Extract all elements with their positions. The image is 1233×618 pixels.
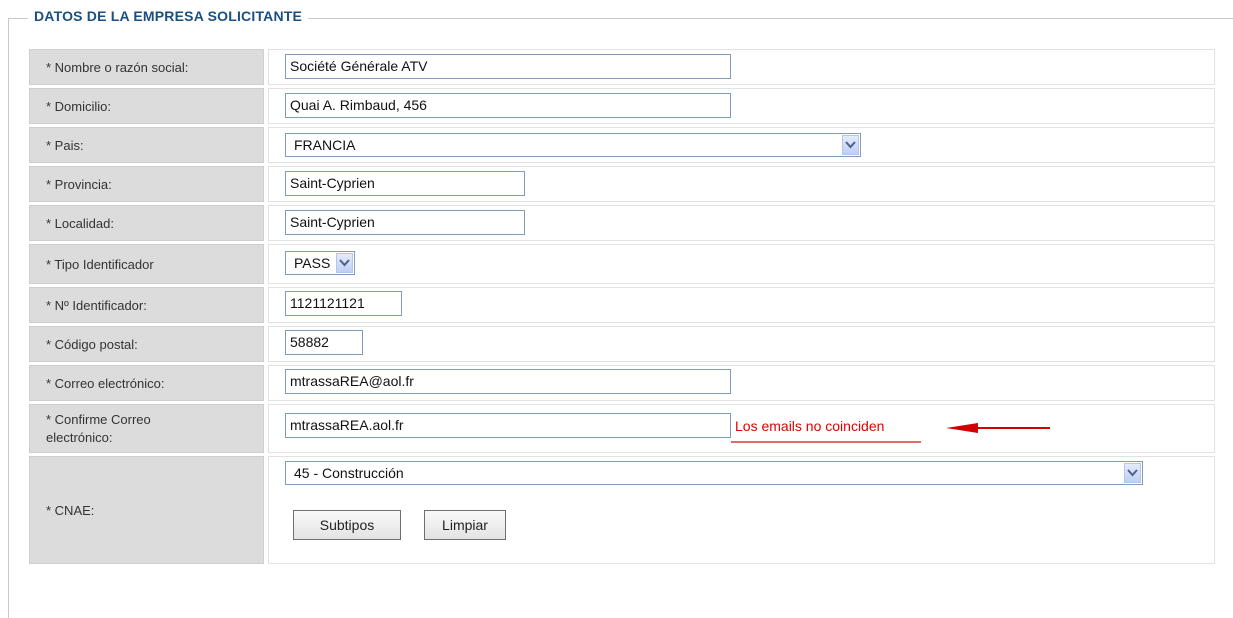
red-arrow-left-icon — [946, 423, 1050, 433]
value-cell-tipo-identificador — [268, 244, 1215, 284]
label-pais: * Pais: — [29, 127, 264, 163]
label-num-identificador: * Nº Identificador: — [29, 287, 264, 323]
label-nombre: * Nombre o razón social: — [29, 49, 264, 85]
chevron-down-icon[interactable] — [842, 135, 859, 155]
label-confirme-correo-line2: electrónico: — [46, 429, 113, 445]
section-title: DATOS DE LA EMPRESA SOLICITANTE — [28, 8, 309, 24]
cnae-selected-value: 45 - Construcción — [294, 465, 404, 481]
pais-selected-value: FRANCIA — [294, 137, 356, 153]
label-cnae: * CNAE: — [29, 456, 264, 564]
error-underline — [731, 441, 921, 443]
label-domicilio: * Domicilio: — [29, 88, 264, 124]
num-identificador-input[interactable]: 1121121121 — [285, 291, 402, 316]
row-pais: * Pais: FRANCIA — [29, 127, 1215, 163]
label-codigo-postal: * Código postal: — [29, 326, 264, 362]
localidad-input[interactable]: Saint-Cyprien — [285, 210, 525, 235]
label-confirme-correo: * Confirme Correo electrónico: — [29, 404, 264, 453]
row-cnae: * CNAE: 45 - Construcción Subtipos Limpi… — [29, 456, 1215, 564]
tipo-identificador-select[interactable]: PASS — [285, 251, 355, 275]
limpiar-button[interactable]: Limpiar — [424, 510, 506, 540]
row-localidad: * Localidad: Saint-Cyprien — [29, 205, 1215, 241]
label-localidad: * Localidad: — [29, 205, 264, 241]
label-tipo-identificador: * Tipo Identificador — [29, 244, 264, 284]
domicilio-input[interactable]: Quai A. Rimbaud, 456 — [285, 93, 731, 118]
email-mismatch-error: Los emails no coinciden — [735, 418, 885, 434]
row-correo: * Correo electrónico: mtrassaREA@aol.fr — [29, 365, 1215, 401]
provincia-input[interactable]: Saint-Cyprien — [285, 171, 525, 196]
cnae-select[interactable]: 45 - Construcción — [285, 461, 1143, 485]
label-correo: * Correo electrónico: — [29, 365, 264, 401]
label-confirme-correo-line1: * Confirme Correo — [46, 411, 151, 427]
row-num-identificador: * Nº Identificador: 1121121121 — [29, 287, 1215, 323]
correo-input[interactable]: mtrassaREA@aol.fr — [285, 369, 731, 394]
subtipos-button[interactable]: Subtipos — [293, 510, 401, 540]
row-domicilio: * Domicilio: Quai A. Rimbaud, 456 — [29, 88, 1215, 124]
row-provincia: * Provincia: Saint-Cyprien — [29, 166, 1215, 202]
pais-select[interactable]: FRANCIA — [285, 133, 861, 157]
label-provincia: * Provincia: — [29, 166, 264, 202]
tipo-identificador-selected-value: PASS — [294, 255, 331, 271]
confirme-correo-input[interactable]: mtrassaREA.aol.fr — [285, 413, 731, 438]
value-cell-codigo-postal — [268, 326, 1215, 362]
value-cell-num-identificador — [268, 287, 1215, 323]
chevron-down-icon[interactable] — [336, 253, 353, 273]
row-tipo-identificador: * Tipo Identificador PASS — [29, 244, 1215, 284]
row-codigo-postal: * Código postal: 58882 — [29, 326, 1215, 362]
row-nombre: * Nombre o razón social: Société Général… — [29, 49, 1215, 85]
codigo-postal-input[interactable]: 58882 — [285, 330, 363, 355]
nombre-input[interactable]: Société Générale ATV — [285, 54, 731, 79]
chevron-down-icon[interactable] — [1124, 463, 1141, 483]
